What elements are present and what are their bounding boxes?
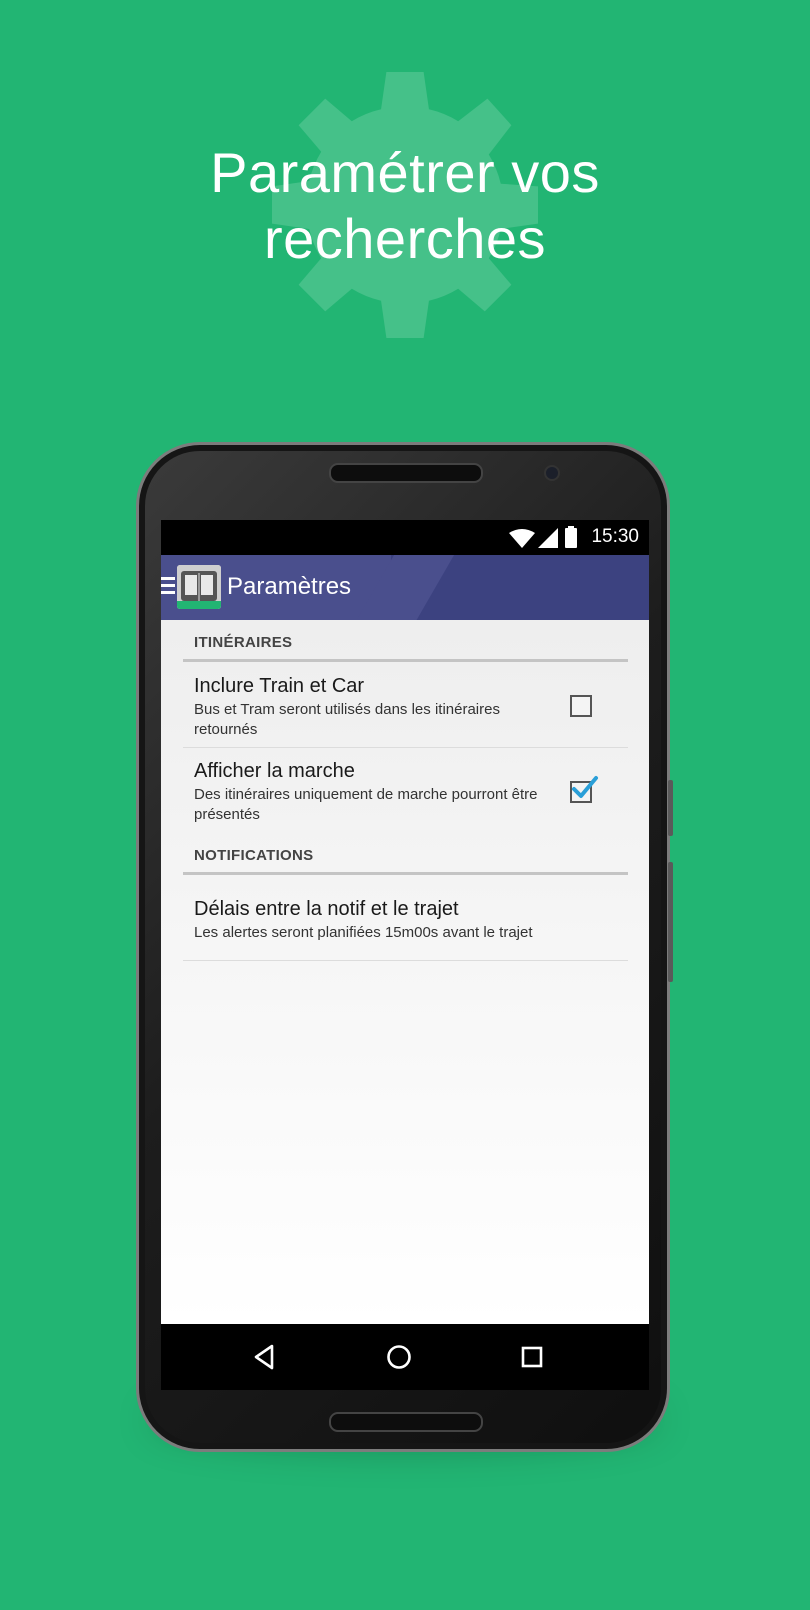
app-bar-title: Paramètres — [227, 573, 352, 600]
pref-title: Inclure Train et Car — [194, 675, 365, 697]
promo-title-line-2: recherches — [263, 207, 547, 270]
front-camera — [544, 465, 560, 481]
top-speaker — [329, 463, 483, 483]
battery-icon — [565, 526, 577, 548]
pref-summary: Bus et Tram seront utilisés dans les iti… — [194, 701, 500, 738]
signal-icon — [538, 528, 558, 548]
row-divider — [183, 747, 628, 748]
status-time: 15:30 — [591, 526, 639, 547]
include-train-checkbox[interactable] — [570, 695, 592, 717]
row-divider — [183, 960, 628, 961]
menu-icon[interactable] — [161, 577, 175, 598]
app-bar: Paramètres — [161, 555, 649, 620]
status-bar: 15:30 — [161, 520, 649, 555]
volume-button — [668, 780, 673, 836]
promo-title: Paramétrer vos recherches — [0, 140, 810, 272]
phone-screen: 15:30 Paramètres ITINÉRAIRES Inclure Tra… — [161, 520, 649, 1390]
show-walking-checkbox[interactable] — [570, 776, 598, 803]
section-header-notifications: NOTIFICATIONS — [194, 847, 314, 864]
home-icon[interactable] — [384, 1342, 414, 1372]
app-logo-icon[interactable] — [177, 565, 221, 609]
pref-summary: Des itinéraires uniquement de marche pou… — [194, 786, 538, 823]
pref-summary: Les alertes seront planifiées 15m00s ava… — [194, 924, 533, 941]
bottom-speaker — [329, 1412, 483, 1432]
section-divider — [183, 659, 628, 662]
section-divider — [183, 872, 628, 875]
power-button — [668, 862, 673, 982]
settings-list: ITINÉRAIRES Inclure Train et Car Bus et … — [161, 620, 649, 1324]
section-header-itineraires: ITINÉRAIRES — [194, 634, 293, 651]
pref-title: Afficher la marche — [194, 760, 355, 782]
navigation-bar — [161, 1324, 649, 1390]
wifi-icon — [509, 529, 535, 548]
promo-title-line-1: Paramétrer vos — [210, 141, 600, 204]
check-icon — [572, 776, 598, 798]
back-icon[interactable] — [250, 1342, 280, 1372]
recents-icon[interactable] — [517, 1342, 547, 1372]
pref-title: Délais entre la notif et le trajet — [194, 898, 459, 920]
